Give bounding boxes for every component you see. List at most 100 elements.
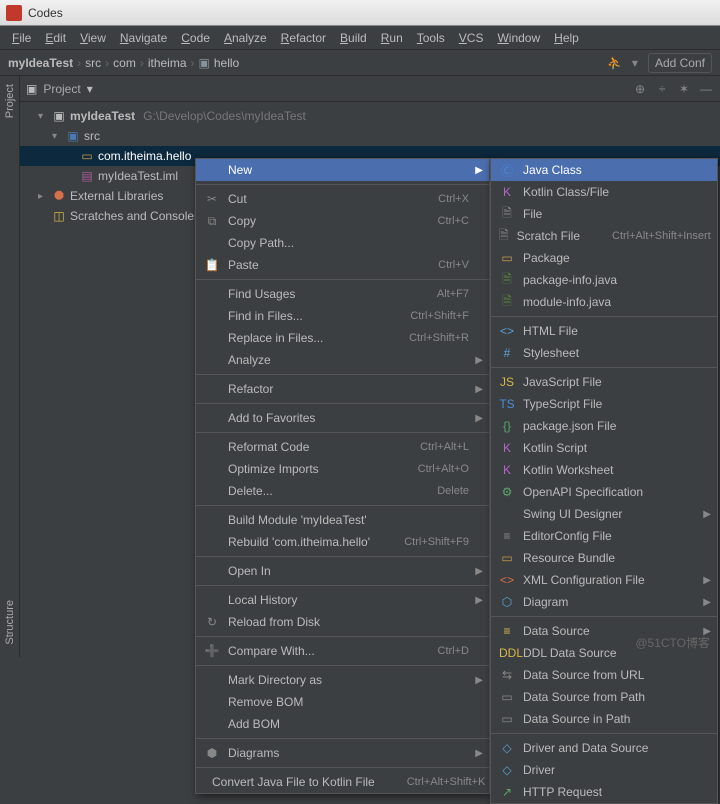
menu-item[interactable]: KKotlin Worksheet: [491, 459, 717, 481]
menu-item[interactable]: Delete...Delete: [196, 480, 489, 502]
menu-item[interactable]: Optimize ImportsCtrl+Alt+O: [196, 458, 489, 480]
dropdown-arrow-icon[interactable]: ▾: [632, 56, 638, 70]
menu-item[interactable]: #Stylesheet: [491, 342, 717, 364]
menu-item[interactable]: KKotlin Script: [491, 437, 717, 459]
menu-item[interactable]: Find in Files...Ctrl+Shift+F: [196, 305, 489, 327]
menu-item-icon: 🗎: [499, 292, 515, 313]
run-user-icon[interactable]: ⛹: [607, 56, 622, 70]
menu-refactor[interactable]: Refactor: [275, 29, 332, 47]
breadcrumb[interactable]: myIdeaTest › src › com › itheima › ▣ hel…: [8, 56, 239, 70]
menu-item[interactable]: 🗎Scratch FileCtrl+Alt+Shift+Insert: [491, 225, 717, 247]
menu-item[interactable]: ◇Driver: [491, 759, 717, 781]
panel-tool[interactable]: ⊕: [632, 82, 648, 96]
menu-build[interactable]: Build: [334, 29, 373, 47]
panel-tool[interactable]: ✶: [676, 82, 692, 96]
menu-item[interactable]: Find UsagesAlt+F7: [196, 283, 489, 305]
breadcrumb-project[interactable]: myIdeaTest: [8, 56, 73, 70]
menu-vcs[interactable]: VCS: [453, 29, 490, 47]
sidebar-tab-structure[interactable]: Structure: [4, 596, 16, 649]
menu-item[interactable]: Add to Favorites▶: [196, 407, 489, 429]
context-menu[interactable]: New▶ ✂CutCtrl+X⧉CopyCtrl+C Copy Path... 📋Pa…: [195, 158, 490, 794]
menu-item[interactable]: ⧉CopyCtrl+C: [196, 210, 489, 232]
tree-row-src[interactable]: ▾ ▣ src: [20, 126, 720, 146]
menu-file[interactable]: File: [6, 29, 37, 47]
menu-item-label: Copy Path...: [228, 236, 469, 250]
main-menubar[interactable]: FileEditViewNavigateCodeAnalyzeRefactorB…: [0, 26, 720, 50]
menu-item[interactable]: New▶: [196, 159, 489, 181]
menu-item[interactable]: ⬢Diagrams▶: [196, 742, 489, 764]
chevron-down-icon[interactable]: ▾: [38, 111, 48, 122]
menu-item[interactable]: Build Module 'myIdeaTest': [196, 509, 489, 531]
menu-item[interactable]: 📋PasteCtrl+V: [196, 254, 489, 276]
tree-row-project-root[interactable]: ▾ ▣ myIdeaTest G:\Develop\Codes\myIdeaTe…: [20, 106, 720, 126]
panel-tool[interactable]: —: [698, 82, 714, 96]
menu-item[interactable]: 🗎package-info.java: [491, 269, 717, 291]
menu-item[interactable]: 🗎File: [491, 203, 717, 225]
menu-item[interactable]: Remove BOM: [196, 691, 489, 713]
dropdown-arrow-icon[interactable]: ▾: [87, 82, 93, 96]
menu-item[interactable]: ↗HTTP Request: [491, 781, 717, 803]
menu-code[interactable]: Code: [175, 29, 216, 47]
menu-item[interactable]: ⇆Data Source from URL: [491, 664, 717, 686]
menu-edit[interactable]: Edit: [39, 29, 72, 47]
panel-tool[interactable]: ÷: [654, 82, 670, 96]
menu-item-icon: {}: [499, 419, 515, 433]
menu-item-shortcut: Ctrl+Shift+R: [409, 332, 469, 344]
submenu-arrow-icon: ▶: [703, 597, 711, 608]
menu-item-label: HTTP Request: [523, 785, 697, 799]
menu-item[interactable]: Analyze▶: [196, 349, 489, 371]
menu-item[interactable]: ▭Data Source from Path: [491, 686, 717, 708]
menu-item[interactable]: ▭Package: [491, 247, 717, 269]
menu-item[interactable]: Open In▶: [196, 560, 489, 582]
chevron-right-icon[interactable]: ▸: [38, 191, 48, 202]
sidebar-tab-project[interactable]: Project: [4, 80, 16, 122]
menu-item[interactable]: TSTypeScript File: [491, 393, 717, 415]
menu-run[interactable]: Run: [375, 29, 409, 47]
chevron-down-icon[interactable]: ▾: [52, 131, 62, 142]
menu-item[interactable]: Replace in Files...Ctrl+Shift+R: [196, 327, 489, 349]
menu-item[interactable]: Add BOM: [196, 713, 489, 735]
menu-item[interactable]: Copy Path...: [196, 232, 489, 254]
menu-item[interactable]: ↻Reload from Disk: [196, 611, 489, 633]
menu-item[interactable]: {}package.json File: [491, 415, 717, 437]
breadcrumb-part[interactable]: itheima: [148, 56, 187, 70]
menu-item[interactable]: ⬡Diagram▶: [491, 591, 717, 613]
menu-item[interactable]: ≡EditorConfig File: [491, 525, 717, 547]
menu-window[interactable]: Window: [491, 29, 546, 47]
menu-item[interactable]: Mark Directory as▶: [196, 669, 489, 691]
panel-title[interactable]: Project: [43, 82, 80, 96]
menu-item[interactable]: ▭Resource Bundle: [491, 547, 717, 569]
menu-item[interactable]: ◇Driver and Data Source: [491, 737, 717, 759]
menu-item-shortcut: Ctrl+Alt+Shift+Insert: [612, 230, 711, 242]
menu-item[interactable]: KKotlin Class/File: [491, 181, 717, 203]
tool-window-stripe[interactable]: Project Structure: [0, 76, 20, 657]
menu-analyze[interactable]: Analyze: [218, 29, 273, 47]
menu-item[interactable]: ➕Compare With...Ctrl+D: [196, 640, 489, 662]
menu-item[interactable]: <>HTML File: [491, 320, 717, 342]
menu-item[interactable]: ⒸJava Class: [491, 159, 717, 181]
menu-navigate[interactable]: Navigate: [114, 29, 173, 47]
add-configuration-button[interactable]: Add Conf: [648, 53, 712, 73]
breadcrumb-part[interactable]: hello: [214, 56, 239, 70]
menu-item[interactable]: Swing UI Designer▶: [491, 503, 717, 525]
menu-item[interactable]: ✂CutCtrl+X: [196, 188, 489, 210]
menu-tools[interactable]: Tools: [411, 29, 451, 47]
menu-item-label: Compare With...: [228, 644, 406, 658]
menu-item-label: Copy: [228, 214, 406, 228]
menu-item[interactable]: Convert Java File to Kotlin FileCtrl+Alt…: [196, 771, 489, 793]
breadcrumb-part[interactable]: src: [85, 56, 101, 70]
menu-item[interactable]: ⚙OpenAPI Specification: [491, 481, 717, 503]
menu-item-shortcut: Ctrl+Shift+F: [410, 310, 469, 322]
menu-item[interactable]: <>XML Configuration File▶: [491, 569, 717, 591]
menu-item[interactable]: JSJavaScript File: [491, 371, 717, 393]
menu-item[interactable]: 🗎module-info.java: [491, 291, 717, 313]
menu-item[interactable]: ▭Data Source in Path: [491, 708, 717, 730]
breadcrumb-part[interactable]: com: [113, 56, 136, 70]
menu-item[interactable]: Rebuild 'com.itheima.hello'Ctrl+Shift+F9: [196, 531, 489, 553]
menu-help[interactable]: Help: [548, 29, 585, 47]
menu-item[interactable]: Refactor▶: [196, 378, 489, 400]
menu-item[interactable]: Local History▶: [196, 589, 489, 611]
menu-view[interactable]: View: [74, 29, 112, 47]
menu-item[interactable]: Reformat CodeCtrl+Alt+L: [196, 436, 489, 458]
context-submenu-new[interactable]: ⒸJava ClassKKotlin Class/File🗎File🗎Scrat…: [490, 158, 718, 804]
